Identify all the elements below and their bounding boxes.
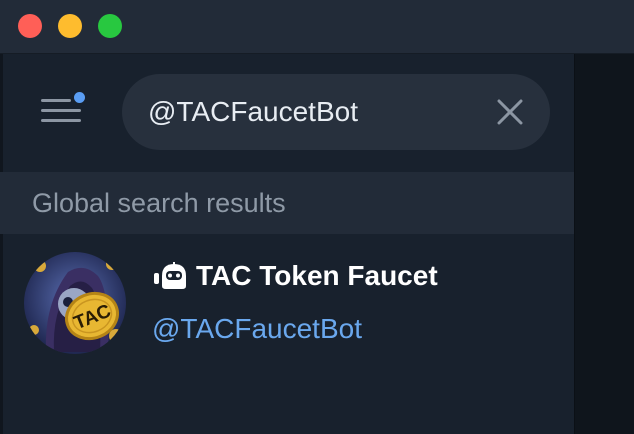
close-icon[interactable]: [494, 96, 526, 128]
window-maximize-button[interactable]: [98, 14, 122, 38]
search-box[interactable]: [122, 74, 550, 150]
result-name: TAC Token Faucet: [196, 260, 438, 291]
menu-bar-top: [41, 99, 71, 102]
notification-dot: [74, 92, 85, 103]
menu-bar-bottom: [41, 119, 81, 122]
chat-view-panel: [574, 54, 634, 434]
search-input[interactable]: [148, 92, 478, 132]
bot-icon: [154, 262, 190, 290]
global-search-results-title: Global search results: [32, 188, 286, 218]
window-close-button[interactable]: [18, 14, 42, 38]
title-bar: [0, 0, 634, 54]
telegram-window: Global search results: [0, 0, 634, 434]
window-minimize-button[interactable]: [58, 14, 82, 38]
menu-bar-middle: [41, 109, 81, 112]
bot-avatar[interactable]: TAC: [24, 252, 126, 354]
hamburger-menu-icon[interactable]: [38, 92, 85, 130]
result-username: @TACFaucetBot: [152, 313, 362, 344]
